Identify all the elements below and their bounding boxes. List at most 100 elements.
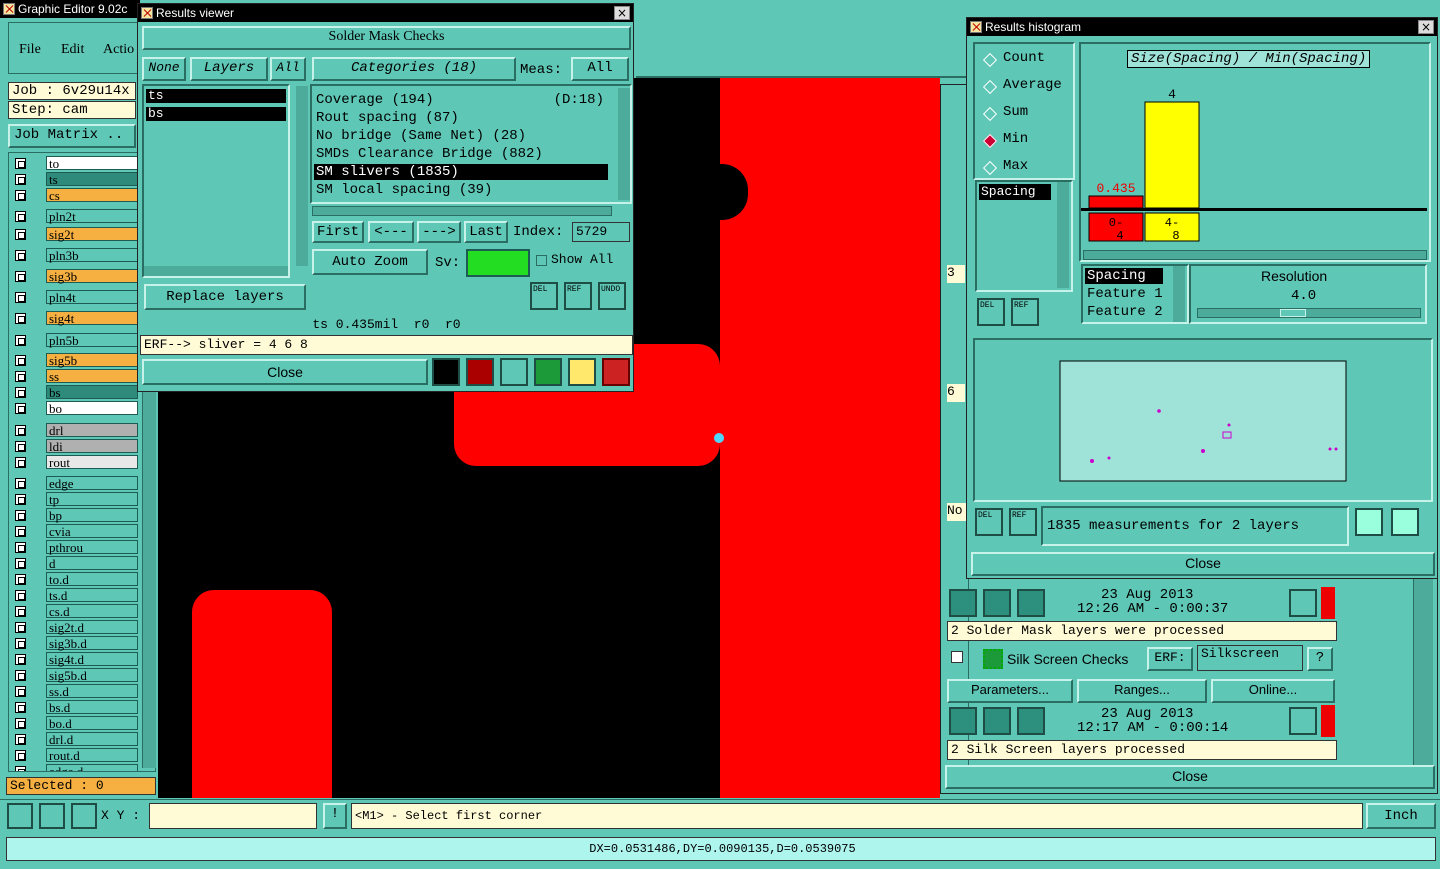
- erf-value[interactable]: Silkscreen: [1197, 645, 1303, 671]
- hist-del-icon[interactable]: DEL: [977, 298, 1005, 326]
- layer-row[interactable]: rout: [11, 455, 138, 470]
- hist-ref-icon[interactable]: REF: [1011, 298, 1039, 326]
- first-button[interactable]: First: [312, 221, 364, 243]
- layer-row[interactable]: bp: [11, 508, 138, 523]
- hist-ref-icon-2[interactable]: REF: [1009, 508, 1037, 536]
- layer-checkbox[interactable]: [15, 670, 26, 681]
- layer-row[interactable]: pln2t: [11, 209, 138, 224]
- category-item[interactable]: Coverage (194) (D:18): [314, 92, 608, 108]
- mode-radio-max[interactable]: Max: [979, 158, 1069, 178]
- layer-item-ts[interactable]: ts: [146, 89, 286, 103]
- layer-row[interactable]: sig3b: [11, 269, 138, 284]
- layer-checkbox[interactable]: [15, 211, 26, 222]
- alert-button[interactable]: !: [323, 803, 347, 829]
- layer-checkbox[interactable]: [15, 638, 26, 649]
- replace-layers-select[interactable]: Replace layers: [144, 284, 306, 310]
- layer-checkbox[interactable]: [15, 229, 26, 240]
- layer-checkbox[interactable]: [15, 526, 26, 537]
- job-matrix-button[interactable]: Job Matrix ..: [8, 124, 136, 148]
- highlight-icon[interactable]: [466, 358, 494, 386]
- measure-list-scroll[interactable]: [1057, 182, 1069, 288]
- layer-row[interactable]: ldi: [11, 439, 138, 454]
- meas-select[interactable]: All: [571, 57, 629, 81]
- layer-checkbox[interactable]: [15, 718, 26, 729]
- show-all-checkbox[interactable]: [536, 255, 547, 266]
- layer-item-bs[interactable]: bs: [146, 107, 286, 121]
- erase-icon[interactable]: [500, 358, 528, 386]
- layer-checkbox[interactable]: [15, 510, 26, 521]
- menu-edit[interactable]: Edit: [61, 42, 84, 58]
- axis-list-scroll[interactable]: [1173, 266, 1185, 322]
- zoom-icon-1[interactable]: [1289, 589, 1317, 617]
- layer-row[interactable]: tp: [11, 492, 138, 507]
- layer-row[interactable]: sig2t: [11, 227, 138, 242]
- online-button[interactable]: Online...: [1211, 679, 1335, 703]
- layer-checkbox[interactable]: [15, 457, 26, 468]
- layer-checkbox[interactable]: [15, 478, 26, 489]
- run-icon-5[interactable]: [983, 707, 1011, 735]
- category-item[interactable]: Rout spacing (87): [314, 110, 608, 126]
- layer-row[interactable]: pln3b: [11, 248, 138, 263]
- none-button[interactable]: None: [142, 57, 186, 81]
- layer-row[interactable]: drl: [11, 423, 138, 438]
- layer-row[interactable]: drl.d: [11, 732, 138, 747]
- layer-row[interactable]: edge.d: [11, 764, 138, 771]
- layer-checkbox[interactable]: [15, 403, 26, 414]
- layer-checkbox[interactable]: [15, 494, 26, 505]
- mode-radio-average[interactable]: Average: [979, 77, 1069, 97]
- layer-checkbox[interactable]: [15, 250, 26, 261]
- measure-icon[interactable]: [39, 803, 65, 829]
- layer-checkbox[interactable]: [15, 441, 26, 452]
- layer-checkbox[interactable]: [15, 622, 26, 633]
- layer-checkbox[interactable]: [15, 158, 26, 169]
- layer-checkbox[interactable]: [15, 313, 26, 324]
- zoom-to-icon[interactable]: [1355, 508, 1383, 536]
- zoom-fit-icon[interactable]: [7, 803, 33, 829]
- histogram-icon[interactable]: [602, 358, 630, 386]
- layer-checkbox[interactable]: [15, 686, 26, 697]
- layer-row[interactable]: bo.d: [11, 716, 138, 731]
- compare-icon[interactable]: [534, 358, 562, 386]
- layer-checkbox[interactable]: [15, 654, 26, 665]
- category-item[interactable]: SM local spacing (39): [314, 182, 608, 198]
- layer-row[interactable]: to.d: [11, 572, 138, 587]
- layer-result-list[interactable]: ts bs: [142, 84, 308, 278]
- mode-radio-sum[interactable]: Sum: [979, 104, 1069, 124]
- measure-item-spacing[interactable]: Spacing: [979, 184, 1051, 200]
- all-button[interactable]: All: [270, 57, 306, 81]
- close-icon[interactable]: ×: [614, 6, 630, 20]
- category-list-hscroll[interactable]: [312, 206, 612, 216]
- layer-checkbox[interactable]: [15, 174, 26, 185]
- silk-check-checkbox[interactable]: [951, 651, 963, 663]
- grid-icon[interactable]: [71, 803, 97, 829]
- prev-button[interactable]: <---: [368, 221, 414, 243]
- axis-item[interactable]: Spacing: [1085, 268, 1163, 284]
- layer-checkbox[interactable]: [15, 558, 26, 569]
- layer-row[interactable]: pln4t: [11, 290, 138, 305]
- layer-row[interactable]: sig2t.d: [11, 620, 138, 635]
- layer-row[interactable]: ts: [11, 172, 138, 187]
- histogram-bar[interactable]: [1144, 101, 1200, 209]
- layer-checkbox[interactable]: [15, 590, 26, 601]
- layer-checkbox[interactable]: [15, 371, 26, 382]
- layer-checkbox[interactable]: [15, 355, 26, 366]
- layer-row[interactable]: bs.d: [11, 700, 138, 715]
- layer-checkbox[interactable]: [15, 574, 26, 585]
- run-icon-2[interactable]: [983, 589, 1011, 617]
- layer-checkbox[interactable]: [15, 750, 26, 761]
- layer-checkbox[interactable]: [15, 702, 26, 713]
- layer-row[interactable]: edge: [11, 476, 138, 491]
- report-icon[interactable]: [568, 358, 596, 386]
- layer-row[interactable]: pln5b: [11, 333, 138, 348]
- run-icon-4[interactable]: [949, 707, 977, 735]
- layer-checkbox[interactable]: [15, 734, 26, 745]
- layer-checkbox[interactable]: [15, 766, 26, 771]
- run-icon-6[interactable]: [1017, 707, 1045, 735]
- xy-input[interactable]: [149, 803, 317, 829]
- mode-radio-count[interactable]: Count: [979, 50, 1069, 70]
- layer-checkbox[interactable]: [15, 335, 26, 346]
- run-icon-1[interactable]: [949, 589, 977, 617]
- run-icon-3[interactable]: [1017, 589, 1045, 617]
- help-button[interactable]: ?: [1307, 647, 1333, 671]
- last-button[interactable]: Last: [464, 221, 508, 243]
